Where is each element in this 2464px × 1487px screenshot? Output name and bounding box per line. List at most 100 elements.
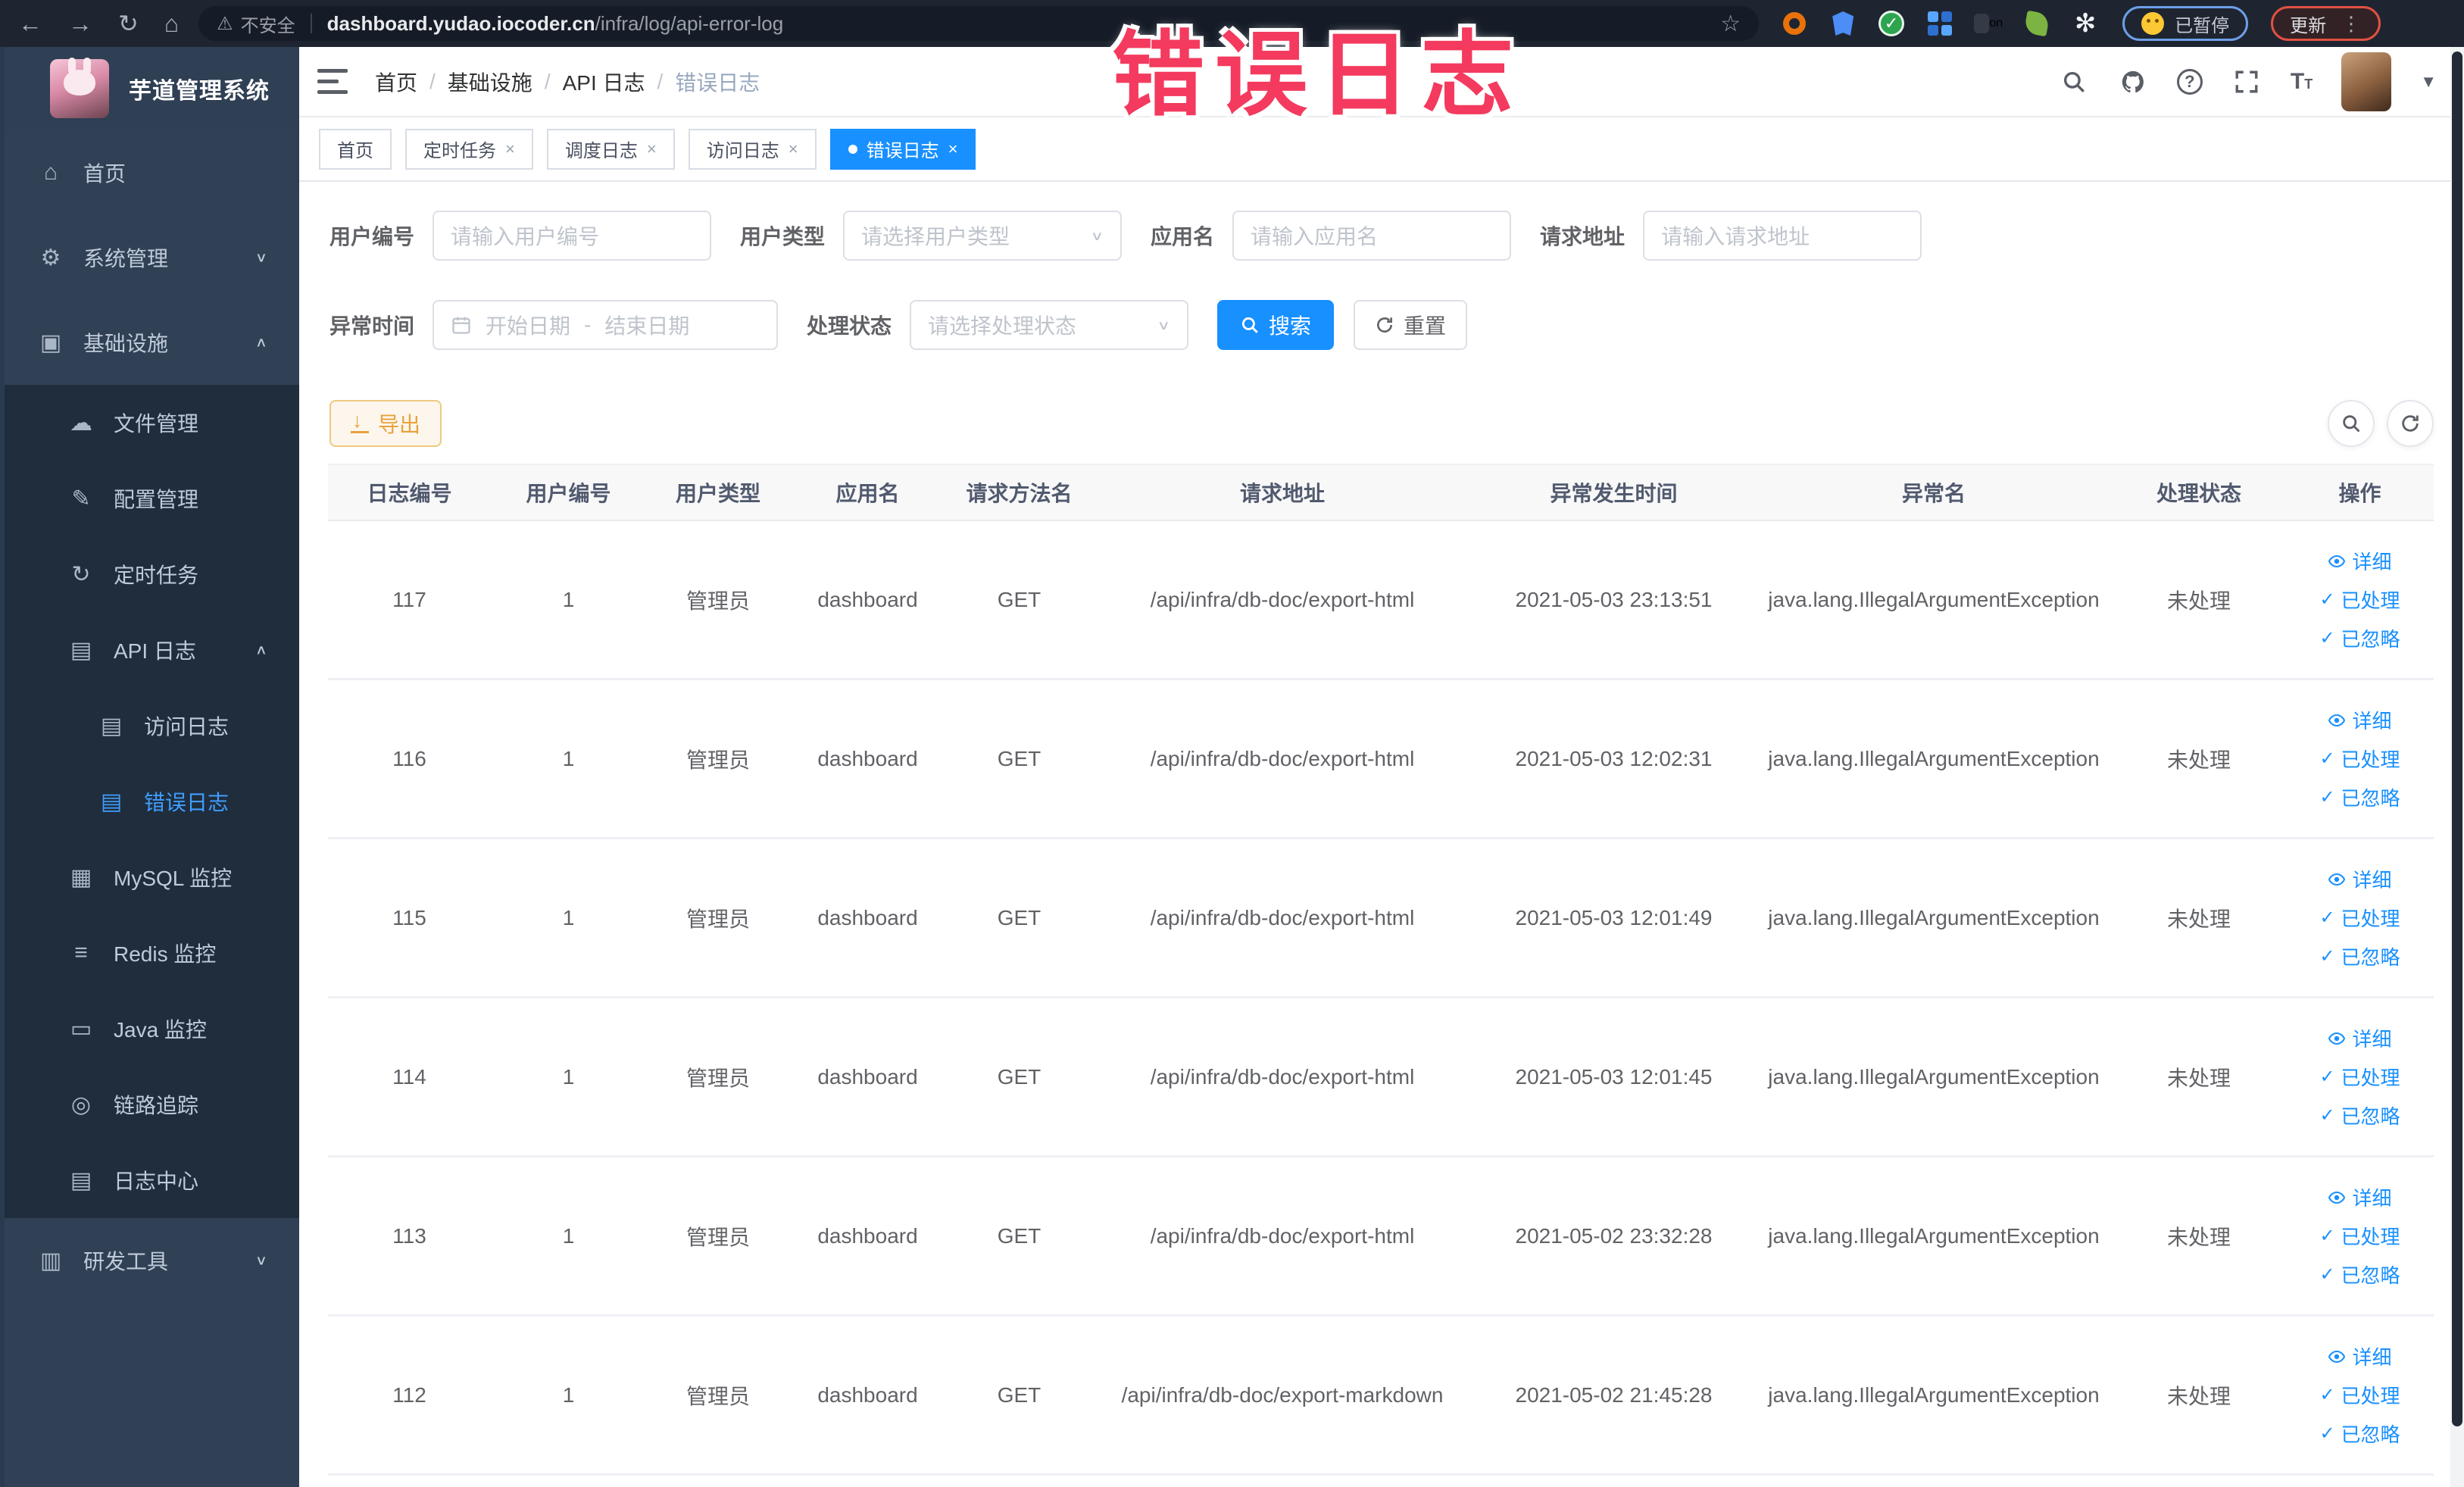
back-icon[interactable]: ← bbox=[18, 11, 42, 36]
breadcrumb-item[interactable]: 首页 bbox=[375, 67, 417, 97]
processed-link[interactable]: ✓ 已处理 bbox=[2319, 1381, 2400, 1409]
browser-menu-icon[interactable]: ⋮ bbox=[2341, 12, 2362, 36]
paused-extension-badge[interactable]: 已暂停 bbox=[2122, 6, 2249, 41]
sidebar-item-redis[interactable]: ≡ Redis 监控 bbox=[5, 915, 299, 991]
export-button[interactable]: 导出 bbox=[329, 400, 442, 447]
cell-app: dashboard bbox=[817, 746, 918, 770]
sidebar-item-mysql[interactable]: ▦ MySQL 监控 bbox=[5, 839, 299, 915]
search-icon[interactable] bbox=[2059, 67, 2089, 97]
help-icon[interactable]: ? bbox=[2176, 68, 2203, 95]
cell-url: /api/infra/db-doc/export-markdown bbox=[1121, 1382, 1444, 1407]
close-icon[interactable]: × bbox=[948, 139, 958, 159]
ignored-link[interactable]: ✓ 已忽略 bbox=[2319, 1261, 2400, 1289]
detail-link[interactable]: 详细 bbox=[2328, 1024, 2392, 1052]
filter-input[interactable]: 请输入应用名 bbox=[1232, 211, 1512, 261]
filter-item: 用户类型 请选择用户类型 ∨ bbox=[740, 211, 1123, 261]
browser-update-button[interactable]: 更新 ⋮ bbox=[2271, 6, 2381, 41]
ignored-link[interactable]: ✓ 已忽略 bbox=[2319, 1420, 2400, 1448]
extension-flower-icon[interactable]: ✻ bbox=[2071, 9, 2100, 38]
sidebar-item-java[interactable]: ▭ Java 监控 bbox=[5, 991, 299, 1067]
column-header: 日志编号 bbox=[367, 482, 452, 505]
toolbox-icon: ▥ bbox=[39, 1248, 62, 1273]
sidebar-item-log-center[interactable]: ▤ 日志中心 bbox=[5, 1142, 299, 1218]
tab-view[interactable]: 定时任务 × bbox=[405, 128, 533, 170]
tab-view[interactable]: 访问日志 × bbox=[688, 128, 817, 170]
filter-select[interactable]: 请选择用户类型 ∨ bbox=[843, 211, 1123, 261]
filter-input[interactable]: 请输入用户编号 bbox=[433, 211, 712, 261]
reload-icon[interactable]: ↻ bbox=[118, 11, 139, 36]
bookmark-star-icon[interactable]: ☆ bbox=[1720, 11, 1741, 37]
filter-input[interactable]: 请输入请求地址 bbox=[1643, 211, 1922, 261]
cell-app: dashboard bbox=[817, 587, 918, 611]
sidebar-logo[interactable]: 芋道管理系统 bbox=[5, 47, 299, 130]
sidebar-item-log[interactable]: ▤ API 日志 ∧ bbox=[5, 612, 299, 688]
cell-id: 114 bbox=[392, 1064, 426, 1089]
processed-link[interactable]: ✓ 已处理 bbox=[2319, 904, 2400, 932]
processed-link[interactable]: ✓ 已处理 bbox=[2319, 1063, 2400, 1091]
security-warning[interactable]: ⚠ 不安全 bbox=[217, 11, 295, 37]
refresh-table-button[interactable] bbox=[2387, 400, 2434, 447]
close-icon[interactable]: × bbox=[647, 139, 657, 159]
toggle-search-button[interactable] bbox=[2328, 400, 2375, 447]
processed-link[interactable]: ✓ 已处理 bbox=[2319, 586, 2400, 614]
extension-switch-icon[interactable]: on bbox=[1974, 9, 2003, 38]
detail-link[interactable]: 详细 bbox=[2328, 1342, 2392, 1370]
user-avatar[interactable] bbox=[2341, 52, 2392, 111]
detail-link[interactable]: 详细 bbox=[2328, 547, 2392, 575]
cell-user_id: 1 bbox=[562, 1223, 575, 1248]
cell-exception: java.lang.IllegalArgumentException bbox=[1768, 1064, 2100, 1089]
detail-link[interactable]: 详细 bbox=[2328, 865, 2392, 893]
sidebar-item-gear[interactable]: ⚙ 系统管理 ∨ bbox=[5, 215, 299, 300]
table-row: 116 1 管理员 dashboard GET/api/infra/db-doc/exp… bbox=[328, 680, 2434, 839]
sidebar-item-label: 日志中心 bbox=[114, 1170, 199, 1193]
hamburger-icon[interactable] bbox=[317, 68, 348, 95]
search-button[interactable]: 搜索 bbox=[1217, 300, 1335, 350]
sidebar-item-edit[interactable]: ✎ 配置管理 bbox=[5, 461, 299, 536]
scrollbar[interactable] bbox=[2450, 47, 2464, 1487]
address-bar[interactable]: ⚠ 不安全 dashboard.yudao.iocoder.cn/infra/l… bbox=[198, 6, 1760, 41]
date-range-input[interactable]: 开始日期 - 结束日期 bbox=[433, 300, 779, 350]
ignored-link[interactable]: ✓ 已忽略 bbox=[2319, 783, 2400, 811]
home-icon[interactable]: ⌂ bbox=[164, 11, 179, 36]
extension-ring-icon[interactable] bbox=[1780, 9, 1809, 38]
fullscreen-icon[interactable] bbox=[2231, 67, 2262, 97]
font-size-icon[interactable]: TT bbox=[2291, 69, 2313, 95]
scrollbar-thumb[interactable] bbox=[2452, 52, 2462, 1426]
filter-label: 处理状态 bbox=[807, 314, 892, 338]
breadcrumb-item[interactable]: 基础设施 bbox=[448, 67, 532, 97]
avatar-caret-icon[interactable]: ▼ bbox=[2420, 72, 2437, 92]
sidebar-item-toolbox[interactable]: ▥ 研发工具 ∨ bbox=[5, 1218, 299, 1303]
sidebar-item-access-log[interactable]: ▤ 访问日志 bbox=[5, 688, 299, 764]
ignored-link[interactable]: ✓ 已忽略 bbox=[2319, 1101, 2400, 1129]
cell-app: dashboard bbox=[817, 1064, 918, 1089]
eye-icon bbox=[2328, 714, 2346, 726]
tab-view[interactable]: 调度日志 × bbox=[546, 128, 675, 170]
detail-link[interactable]: 详细 bbox=[2328, 1183, 2392, 1211]
close-icon[interactable]: × bbox=[505, 139, 515, 159]
processed-link[interactable]: ✓ 已处理 bbox=[2319, 1222, 2400, 1250]
ignored-link[interactable]: ✓ 已忽略 bbox=[2319, 624, 2400, 652]
github-icon[interactable] bbox=[2118, 67, 2148, 97]
cell-method: GET bbox=[997, 1223, 1042, 1248]
extension-shield-icon[interactable] bbox=[1828, 9, 1857, 38]
sidebar-item-timer[interactable]: ↻ 定时任务 bbox=[5, 536, 299, 612]
sidebar-item-home[interactable]: ⌂ 首页 bbox=[5, 130, 299, 215]
close-icon[interactable]: × bbox=[789, 139, 798, 159]
status-select[interactable]: 请选择处理状态 ∨ bbox=[910, 300, 1189, 350]
sidebar-item-trace[interactable]: ◎ 链路追踪 bbox=[5, 1067, 299, 1142]
forward-icon[interactable]: → bbox=[68, 11, 92, 36]
extension-leaf-icon[interactable] bbox=[2022, 9, 2051, 38]
ignored-link[interactable]: ✓ 已忽略 bbox=[2319, 942, 2400, 970]
extension-grid-icon[interactable] bbox=[1925, 9, 1954, 38]
tab-view[interactable]: 错误日志 × bbox=[829, 128, 976, 170]
extension-green-icon[interactable]: ✓ bbox=[1877, 9, 1906, 38]
breadcrumb-item[interactable]: API 日志 bbox=[563, 67, 645, 97]
error-log-table: 日志编号 用户编号 用户类型 应用名 请求方法名 请求地址 异常发生时间 异常名 处理状态 操作 … bbox=[328, 464, 2434, 1476]
reset-button[interactable]: 重置 bbox=[1354, 300, 1468, 350]
tab-home[interactable]: 首页 bbox=[319, 128, 392, 170]
detail-link[interactable]: 详细 bbox=[2328, 706, 2392, 734]
sidebar-item-monitor[interactable]: ▣ 基础设施 ∧ bbox=[5, 300, 299, 385]
processed-link[interactable]: ✓ 已处理 bbox=[2319, 745, 2400, 773]
sidebar-item-cloud[interactable]: ☁ 文件管理 bbox=[5, 385, 299, 461]
sidebar-item-error-log[interactable]: ▤ 错误日志 bbox=[5, 764, 299, 839]
